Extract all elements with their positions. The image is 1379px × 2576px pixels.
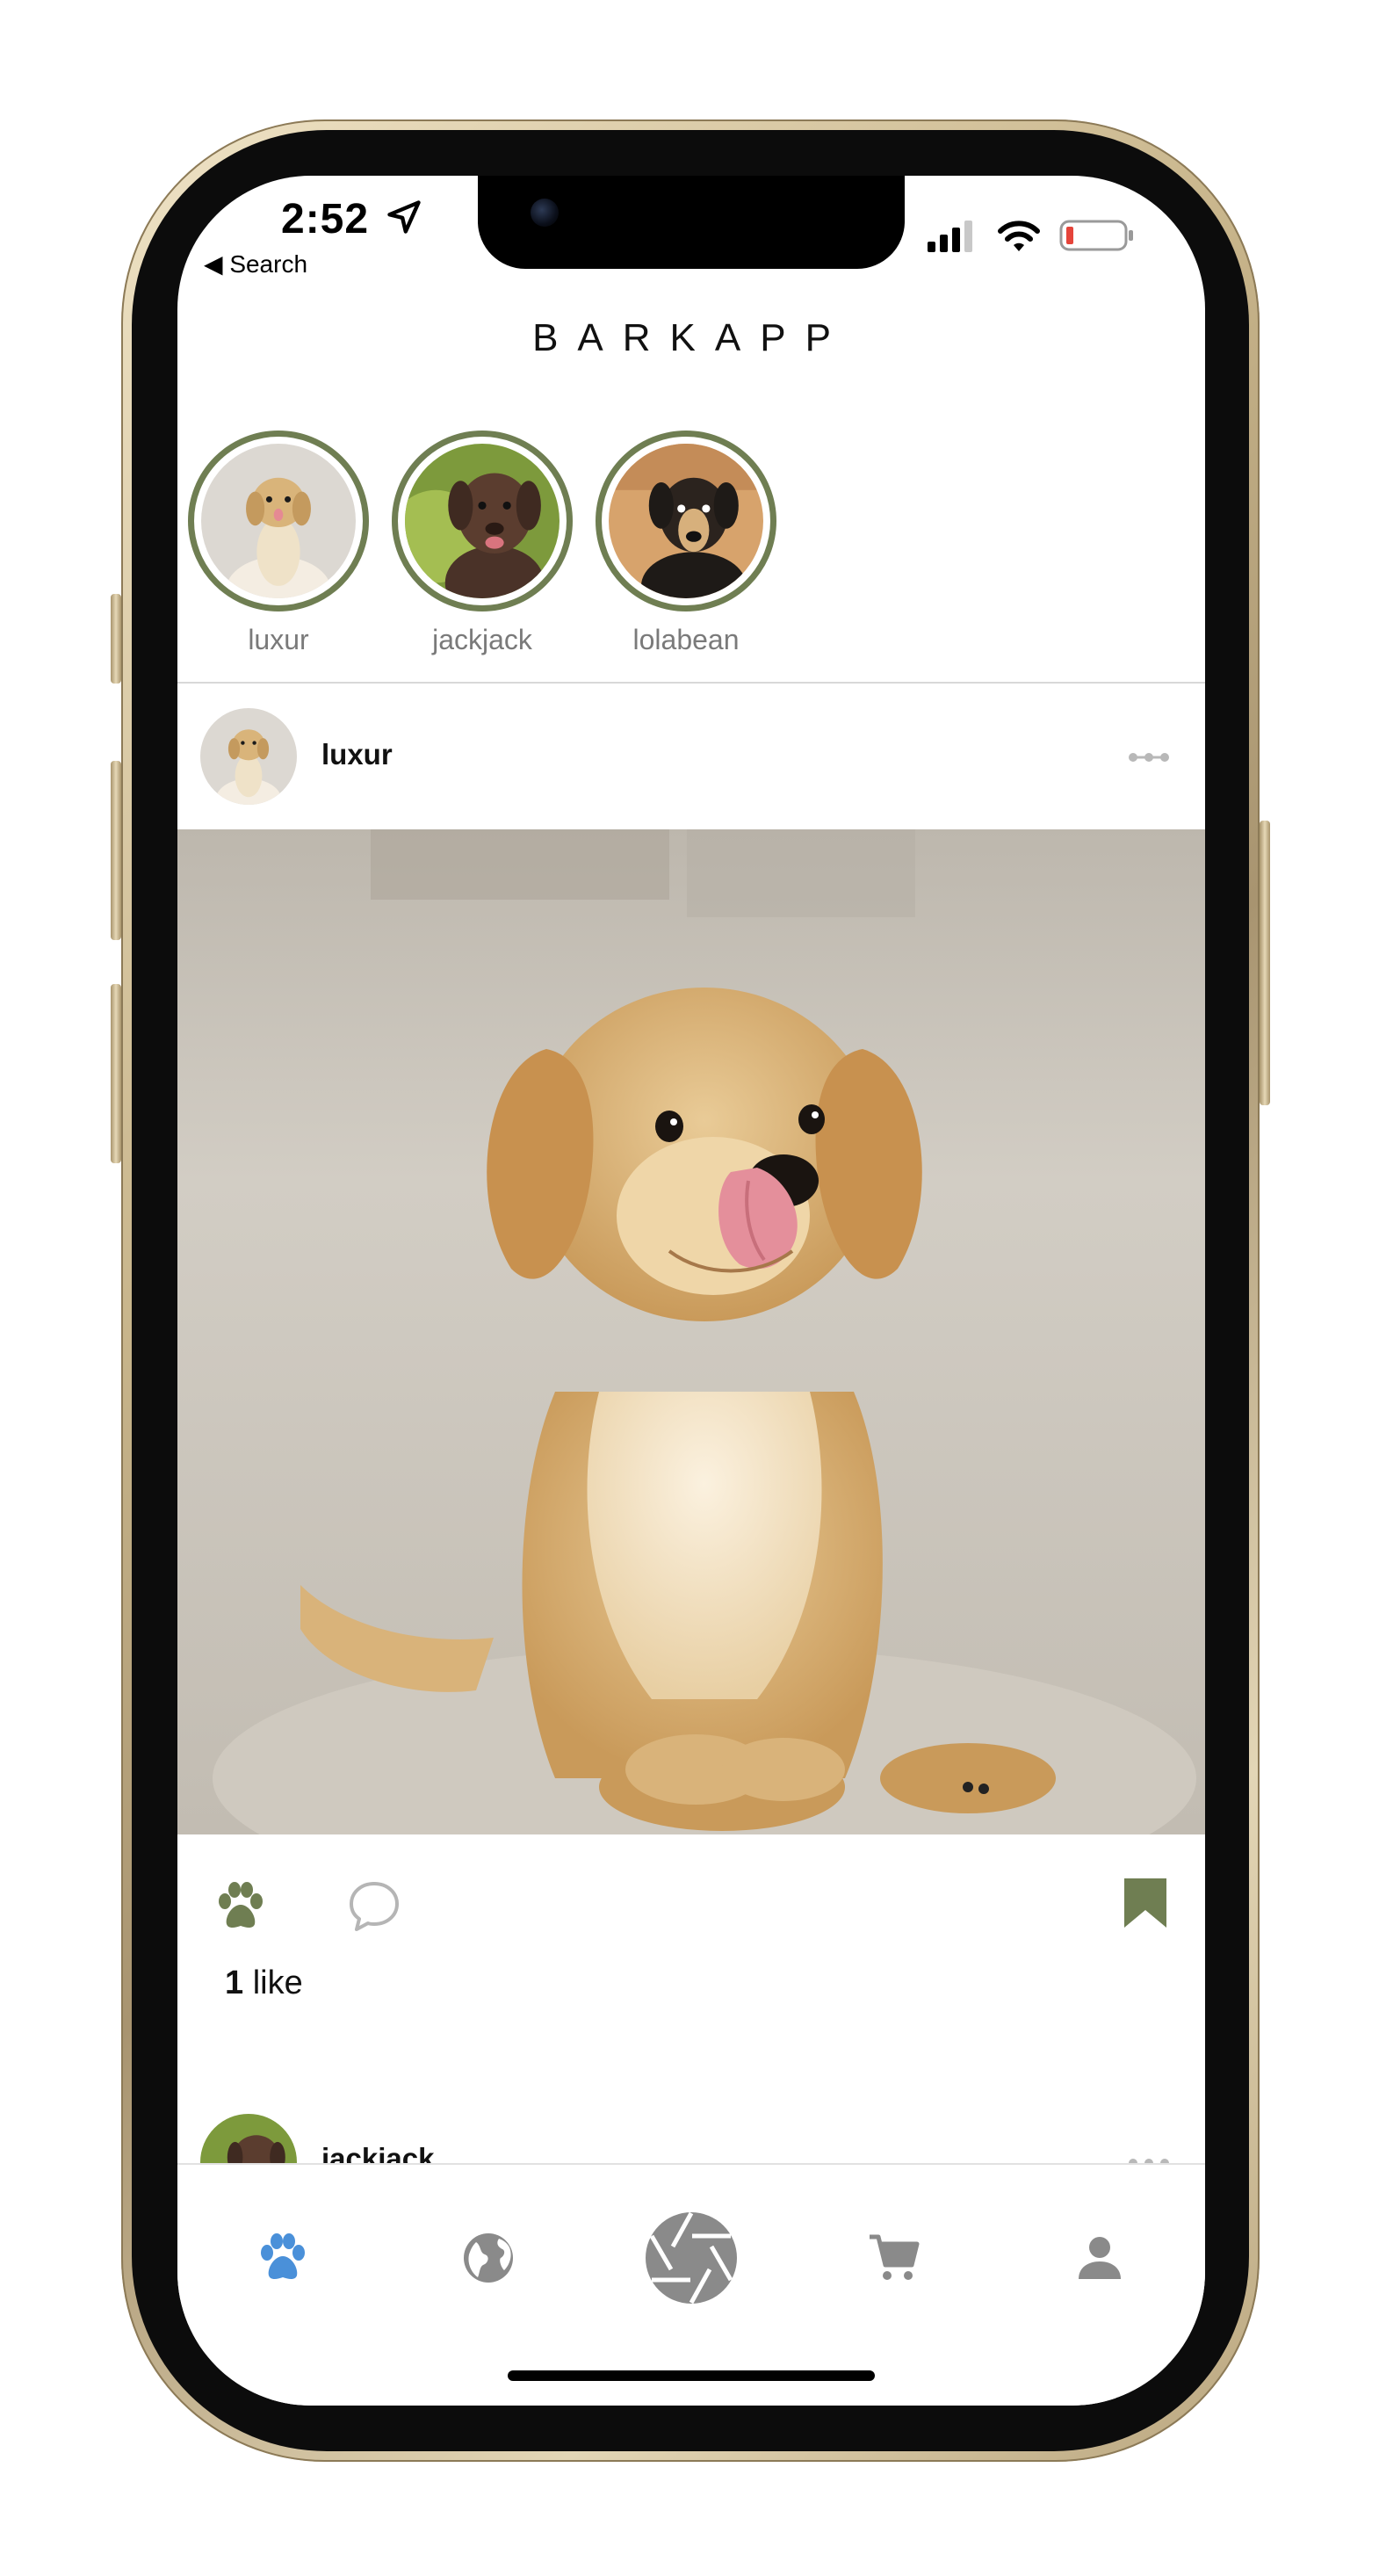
back-to-search-link[interactable]: ◀ Search xyxy=(204,250,307,279)
cart-icon xyxy=(870,2234,920,2280)
post-username[interactable]: luxur xyxy=(321,738,393,771)
volume-up-button xyxy=(111,761,121,940)
story-avatar xyxy=(609,444,763,598)
bottom-tab-bar xyxy=(177,2163,1205,2406)
post-actions: 1 like xyxy=(177,1834,1205,2063)
dog-photo-icon xyxy=(200,708,297,805)
status-indicators xyxy=(926,218,1135,253)
power-button xyxy=(1260,821,1270,1105)
story-jackjack[interactable]: jackjack xyxy=(381,431,583,656)
status-time-text: 2:52 xyxy=(281,196,370,242)
home-indicator[interactable] xyxy=(508,2370,875,2381)
story-luxur[interactable]: luxur xyxy=(177,431,379,656)
tab-shop[interactable] xyxy=(841,2205,947,2311)
puppy-photo-icon xyxy=(177,829,1205,1834)
bookmark-icon xyxy=(1124,1878,1166,1928)
tab-explore[interactable] xyxy=(436,2205,541,2311)
app-title: BARKAPP xyxy=(532,316,850,359)
stories-divider xyxy=(177,682,1205,684)
story-lolabean[interactable]: lolabean xyxy=(585,431,787,656)
story-ring xyxy=(392,431,573,611)
more-dots-icon[interactable] xyxy=(1128,749,1170,771)
person-icon xyxy=(1079,2237,1121,2279)
notch xyxy=(478,176,905,269)
camera-shutter-icon xyxy=(646,2211,737,2305)
story-name: lolabean xyxy=(632,624,740,655)
likes-label: like xyxy=(252,1965,303,2001)
dog-photo-icon xyxy=(405,444,560,598)
likes-number: 1 xyxy=(225,1965,244,2001)
post-avatar[interactable] xyxy=(200,708,297,805)
stories-row: luxur jackjack lolabean xyxy=(177,431,1205,677)
app-screen: 2:52 ◀ Search BARKAPP luxur jackjack lol… xyxy=(177,176,1205,2406)
dog-photo-icon xyxy=(201,444,356,598)
wifi-icon xyxy=(998,221,1040,251)
volume-down-button xyxy=(111,984,121,1163)
post-photo[interactable] xyxy=(177,829,1205,1834)
likes-count[interactable]: 1 like xyxy=(225,1965,303,2002)
post-header: luxur xyxy=(177,685,1205,829)
paw-icon xyxy=(261,2233,305,2279)
location-arrow-icon xyxy=(387,200,422,234)
story-avatar xyxy=(405,444,560,598)
story-ring xyxy=(188,431,369,611)
battery-icon xyxy=(1059,220,1133,251)
save-button[interactable] xyxy=(1121,1875,1173,1936)
cellular-signal-icon xyxy=(928,221,972,252)
paw-icon xyxy=(219,1882,263,1928)
tab-home[interactable] xyxy=(230,2205,336,2311)
silent-switch xyxy=(111,594,121,684)
story-name: jackjack xyxy=(432,624,532,655)
tab-camera[interactable] xyxy=(639,2205,744,2311)
tab-profile[interactable] xyxy=(1047,2205,1152,2311)
front-camera xyxy=(531,199,559,227)
comment-button[interactable] xyxy=(346,1878,408,1940)
paw-like-button[interactable] xyxy=(213,1878,274,1940)
story-avatar xyxy=(201,444,356,598)
globe-icon xyxy=(464,2233,513,2283)
story-ring xyxy=(596,431,776,611)
story-name: luxur xyxy=(248,624,309,655)
comment-bubble-icon xyxy=(350,1882,399,1931)
status-time: 2:52 xyxy=(281,195,423,243)
dog-photo-icon xyxy=(609,444,763,598)
